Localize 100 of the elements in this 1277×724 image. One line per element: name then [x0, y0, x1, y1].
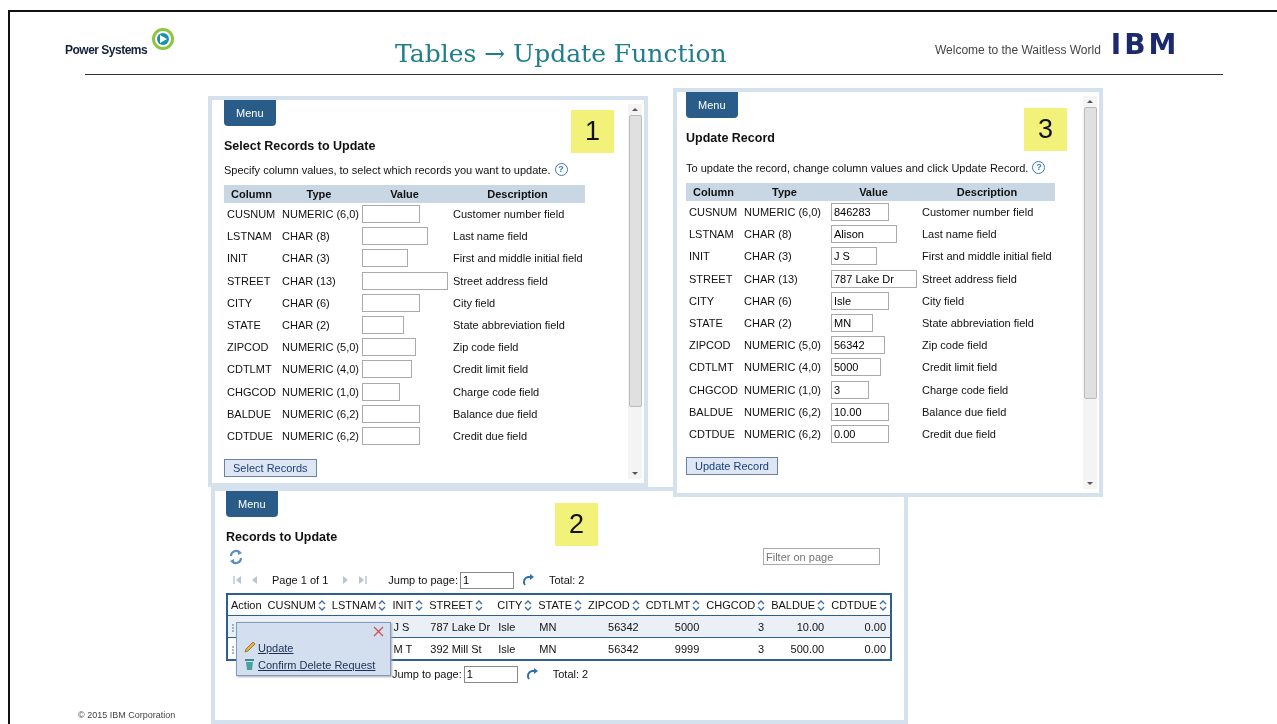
refresh-icon[interactable]: [228, 548, 244, 565]
value-field[interactable]: [362, 227, 428, 246]
scrollbar[interactable]: [628, 104, 642, 479]
column-name: STATE: [226, 318, 262, 334]
scrollbar[interactable]: [1083, 96, 1097, 489]
section-heading: Records to Update: [226, 530, 338, 544]
column-header: Type: [741, 183, 828, 201]
brand-name: Power Systems: [65, 43, 148, 57]
table-cell: M T: [393, 642, 413, 655]
sort-icon[interactable]: [879, 599, 888, 611]
value-field[interactable]: [362, 338, 416, 357]
column-type: NUMERIC (6,2): [281, 406, 359, 422]
value-field[interactable]: [362, 249, 408, 268]
field-description: Customer number field: [919, 201, 1055, 224]
column-name: LSTNAM: [226, 229, 273, 245]
field-description: City field: [921, 293, 966, 309]
value-field[interactable]: 56342: [831, 336, 885, 355]
page-input[interactable]: 1: [460, 571, 514, 589]
menu-link[interactable]: Confirm Delete Request: [258, 658, 376, 671]
table-cell: 787 Lake Dr: [430, 620, 491, 633]
column-header: Description: [450, 185, 585, 203]
page-input[interactable]: 1: [463, 665, 518, 683]
sort-icon[interactable]: [757, 599, 766, 611]
column-type: NUMERIC (6,2): [743, 426, 822, 442]
value-field[interactable]: [362, 360, 412, 379]
close-icon[interactable]: [373, 626, 384, 637]
first-page-icon[interactable]: [232, 574, 243, 586]
column-name: CUSNUM: [224, 203, 279, 226]
column-header[interactable]: CUSNUM: [267, 599, 316, 611]
column-type: NUMERIC (6,0): [741, 201, 828, 224]
value-field[interactable]: J S: [831, 247, 877, 266]
field-description: Street address field: [452, 273, 549, 289]
sort-icon[interactable]: [415, 599, 424, 611]
value-field[interactable]: 5000: [831, 358, 881, 377]
sort-icon[interactable]: [317, 599, 326, 611]
action-button[interactable]: Select Records: [224, 459, 317, 478]
column-header[interactable]: CHGCOD: [706, 599, 756, 611]
column-name: ZIPCOD: [688, 338, 732, 354]
column-name: CITY: [226, 295, 254, 311]
action-button[interactable]: Update Record: [686, 457, 778, 476]
sort-icon[interactable]: [817, 599, 826, 611]
section-heading: Update Record: [686, 131, 775, 145]
value-field[interactable]: [362, 271, 448, 290]
sort-icon[interactable]: [631, 599, 640, 611]
menu-button[interactable]: Menu: [224, 100, 276, 126]
column-header[interactable]: LSTNAM: [331, 599, 377, 611]
menu-button[interactable]: Menu: [226, 491, 278, 517]
table-cell: J S: [393, 620, 410, 633]
step-number: 3: [1024, 108, 1067, 151]
column-type: NUMERIC (6,2): [281, 428, 359, 444]
table-cell: MN: [539, 642, 557, 655]
value-field[interactable]: [362, 316, 404, 335]
column-header[interactable]: STREET: [429, 599, 473, 611]
column-header[interactable]: CITY: [497, 599, 523, 611]
value-field[interactable]: 3: [831, 380, 869, 399]
column-header[interactable]: BALDUE: [771, 599, 816, 611]
redo-arrow-icon[interactable]: [525, 667, 539, 681]
field-description: Zip code field: [921, 338, 989, 354]
jump-label: Jump to page:: [388, 574, 458, 586]
column-type: CHAR (13): [281, 273, 337, 289]
menu-button[interactable]: Menu: [686, 92, 738, 118]
menu-link[interactable]: Update: [258, 641, 294, 654]
column-header[interactable]: ZIPCOD: [588, 599, 630, 611]
column-name: CITY: [688, 293, 716, 309]
filter-field[interactable]: Filter on page: [763, 548, 880, 565]
value-field[interactable]: [362, 404, 420, 423]
last-page-icon[interactable]: [357, 574, 369, 586]
value-field[interactable]: 0.00: [831, 424, 889, 443]
table-cell: 392 Mill St: [430, 642, 482, 655]
column-name: INIT: [688, 249, 711, 265]
sort-icon[interactable]: [378, 599, 387, 611]
column-name: BALDUE: [688, 404, 735, 420]
column-type: NUMERIC (5,0): [281, 340, 359, 356]
value-field[interactable]: [362, 426, 420, 445]
column-header[interactable]: CDTDUE: [831, 599, 878, 611]
value-field[interactable]: 10.00: [831, 402, 889, 421]
column-type: NUMERIC (1,0): [743, 382, 822, 398]
column-header: Value: [828, 183, 919, 201]
value-field[interactable]: Alison: [831, 225, 897, 244]
value-field[interactable]: 846283: [831, 203, 889, 222]
value-field[interactable]: 787 Lake Dr: [831, 269, 917, 288]
value-field[interactable]: Isle: [831, 291, 889, 310]
sort-icon[interactable]: [692, 599, 701, 611]
value-field[interactable]: MN: [831, 314, 873, 333]
column-header[interactable]: INIT: [392, 599, 414, 611]
sort-icon[interactable]: [574, 599, 583, 611]
column-name: CDTDUE: [226, 428, 274, 444]
column-name: CHGCOD: [688, 382, 739, 398]
sort-icon[interactable]: [524, 599, 533, 611]
column-header[interactable]: STATE: [538, 599, 573, 611]
value-field[interactable]: [362, 205, 420, 224]
column-name: CHGCOD: [226, 384, 277, 400]
value-field[interactable]: [362, 293, 420, 312]
column-type: NUMERIC (1,0): [281, 384, 359, 400]
sort-icon[interactable]: [474, 599, 483, 611]
redo-arrow-icon[interactable]: [522, 573, 535, 587]
total-count: Total: 2: [552, 668, 589, 680]
value-field[interactable]: [362, 382, 400, 401]
column-header[interactable]: CDTLMT: [645, 599, 691, 611]
field-description: State abbreviation field: [921, 316, 1035, 332]
